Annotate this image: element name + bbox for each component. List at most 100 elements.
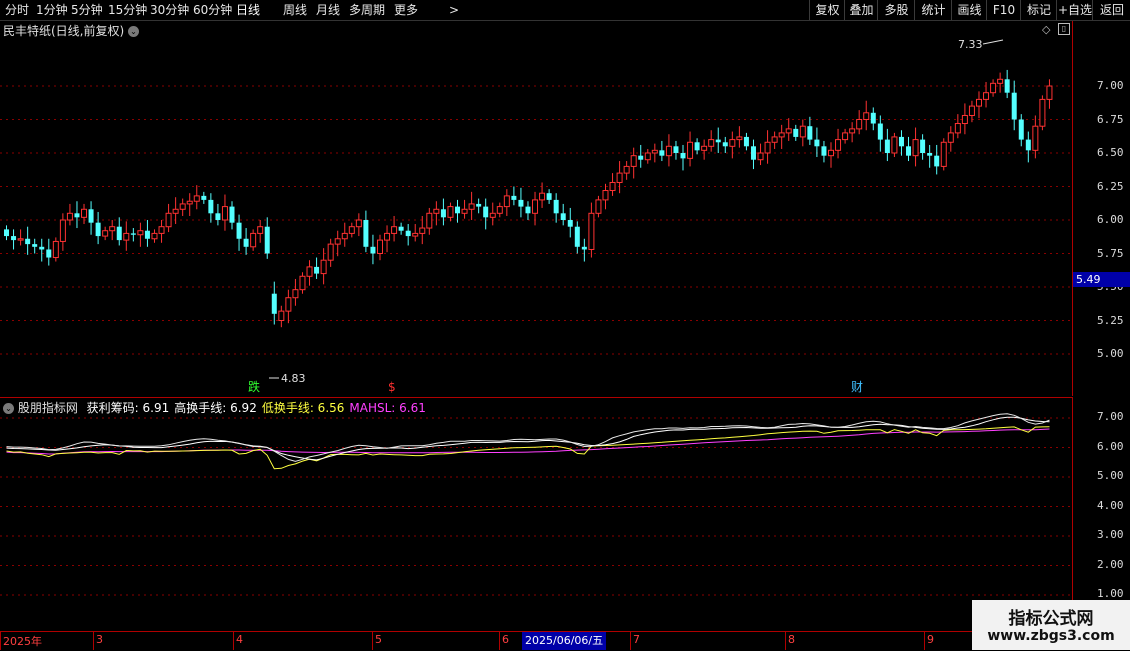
candle-body[interactable] bbox=[920, 139, 926, 153]
candle-body[interactable] bbox=[264, 226, 270, 254]
candle-body[interactable] bbox=[785, 128, 792, 134]
candle-body[interactable] bbox=[891, 136, 898, 154]
candle-body[interactable] bbox=[334, 238, 341, 245]
candle-body[interactable] bbox=[856, 119, 863, 130]
candle-body[interactable] bbox=[405, 230, 411, 237]
candle-body[interactable] bbox=[116, 226, 122, 241]
candle-body[interactable] bbox=[715, 139, 721, 143]
candle-body[interactable] bbox=[66, 212, 73, 221]
candle-body[interactable] bbox=[236, 222, 242, 239]
candle-body[interactable] bbox=[680, 153, 686, 159]
period-tab-5[interactable]: 60分钟 bbox=[193, 2, 232, 18]
candle-body[interactable] bbox=[842, 132, 849, 141]
candle-body[interactable] bbox=[151, 232, 158, 240]
candle-body[interactable] bbox=[849, 128, 856, 134]
candle-body[interactable] bbox=[123, 232, 130, 241]
candle-body[interactable] bbox=[835, 139, 842, 151]
candle-body[interactable] bbox=[799, 125, 806, 138]
candle-body[interactable] bbox=[11, 236, 17, 241]
candle-body[interactable] bbox=[560, 213, 566, 220]
period-tab-4[interactable]: 30分钟 bbox=[150, 2, 189, 18]
candle-body[interactable] bbox=[496, 206, 503, 214]
candle-body[interactable] bbox=[954, 123, 961, 134]
candle-body[interactable] bbox=[511, 195, 517, 200]
candle-body[interactable] bbox=[341, 232, 348, 240]
candle-body[interactable] bbox=[440, 209, 446, 218]
candle-body[interactable] bbox=[863, 112, 870, 121]
candle-body[interactable] bbox=[961, 114, 968, 125]
candle-body[interactable] bbox=[186, 200, 193, 205]
candle-body[interactable] bbox=[1018, 119, 1024, 140]
candle-body[interactable] bbox=[807, 126, 813, 140]
toolbar-button-6[interactable]: 标记 bbox=[1020, 0, 1057, 20]
candlestick-chart[interactable]: 7.33 4.83 跌 $ 财 bbox=[0, 21, 1072, 396]
toolbar-button-4[interactable]: 画线 bbox=[951, 0, 987, 20]
toolbar-button-2[interactable]: 多股 bbox=[877, 0, 915, 20]
chevron-down-icon[interactable]: ⌄ bbox=[128, 26, 140, 37]
candle-body[interactable] bbox=[102, 230, 109, 237]
candle-body[interactable] bbox=[271, 293, 277, 314]
candle-body[interactable] bbox=[525, 206, 531, 214]
candle-body[interactable] bbox=[327, 243, 334, 261]
toolbar-button-0[interactable]: 复权 bbox=[809, 0, 845, 20]
period-tab-3[interactable]: 15分钟 bbox=[108, 2, 147, 18]
candle-body[interactable] bbox=[32, 244, 38, 247]
candle-body[interactable] bbox=[257, 226, 264, 234]
candle-body[interactable] bbox=[137, 230, 144, 236]
candle-body[interactable] bbox=[426, 212, 433, 229]
candle-body[interactable] bbox=[623, 165, 630, 174]
candle-body[interactable] bbox=[370, 246, 376, 254]
period-tab-6[interactable]: 日线 bbox=[236, 2, 260, 18]
candle-body[interactable] bbox=[412, 232, 419, 237]
candle-body[interactable] bbox=[384, 232, 391, 241]
candle-body[interactable] bbox=[588, 212, 595, 250]
candle-body[interactable] bbox=[595, 199, 602, 214]
candle-body[interactable] bbox=[348, 226, 355, 234]
candle-body[interactable] bbox=[503, 195, 510, 208]
indicator-chart[interactable] bbox=[0, 398, 1072, 631]
candle-body[interactable] bbox=[172, 208, 179, 214]
candle-body[interactable] bbox=[25, 238, 31, 245]
candle-body[interactable] bbox=[518, 199, 524, 207]
candle-body[interactable] bbox=[898, 136, 904, 147]
candle-body[interactable] bbox=[546, 193, 552, 200]
candle-body[interactable] bbox=[975, 98, 982, 107]
candle-body[interactable] bbox=[1039, 98, 1046, 127]
candle-body[interactable] bbox=[144, 230, 150, 239]
candle-body[interactable] bbox=[306, 266, 313, 277]
candle-body[interactable] bbox=[52, 240, 59, 259]
candle-body[interactable] bbox=[694, 142, 700, 151]
candle-body[interactable] bbox=[483, 206, 489, 218]
candle-body[interactable] bbox=[821, 146, 827, 156]
candle-body[interactable] bbox=[17, 238, 24, 241]
candle-body[interactable] bbox=[229, 206, 235, 223]
candle-body[interactable] bbox=[292, 289, 299, 299]
indicator-panel[interactable]: ⌄ 股朋指标网 获利筹码: 6.91 高换手线: 6.92 低换手线: 6.56 MA… bbox=[0, 397, 1073, 632]
candle-body[interactable] bbox=[468, 203, 475, 210]
period-tab-8[interactable]: 月线 bbox=[316, 2, 340, 18]
candle-body[interactable] bbox=[88, 209, 94, 223]
candle-body[interactable] bbox=[877, 123, 883, 140]
candle-body[interactable] bbox=[884, 139, 890, 153]
candle-body[interactable] bbox=[391, 226, 398, 234]
candle-body[interactable] bbox=[285, 297, 292, 312]
candle-body[interactable] bbox=[320, 259, 327, 275]
candle-body[interactable] bbox=[455, 206, 461, 214]
candle-body[interactable] bbox=[250, 232, 257, 248]
candle-body[interactable] bbox=[1046, 85, 1053, 100]
candle-body[interactable] bbox=[461, 208, 468, 214]
candle-body[interactable] bbox=[81, 208, 88, 218]
period-tab-2[interactable]: 5分钟 bbox=[71, 2, 103, 18]
candle-body[interactable] bbox=[193, 195, 200, 202]
diamond-icon[interactable]: ◇ bbox=[1042, 23, 1050, 36]
candle-body[interactable] bbox=[243, 238, 249, 247]
candle-body[interactable] bbox=[609, 181, 616, 192]
candle-body[interactable] bbox=[750, 146, 756, 160]
candle-body[interactable] bbox=[793, 128, 799, 137]
candle-body[interactable] bbox=[673, 146, 679, 153]
toolbar-button-8[interactable]: 返回 bbox=[1092, 0, 1130, 20]
candle-body[interactable] bbox=[74, 213, 80, 218]
candle-body[interactable] bbox=[539, 192, 546, 201]
candle-body[interactable] bbox=[278, 310, 285, 321]
candle-body[interactable] bbox=[201, 195, 207, 200]
